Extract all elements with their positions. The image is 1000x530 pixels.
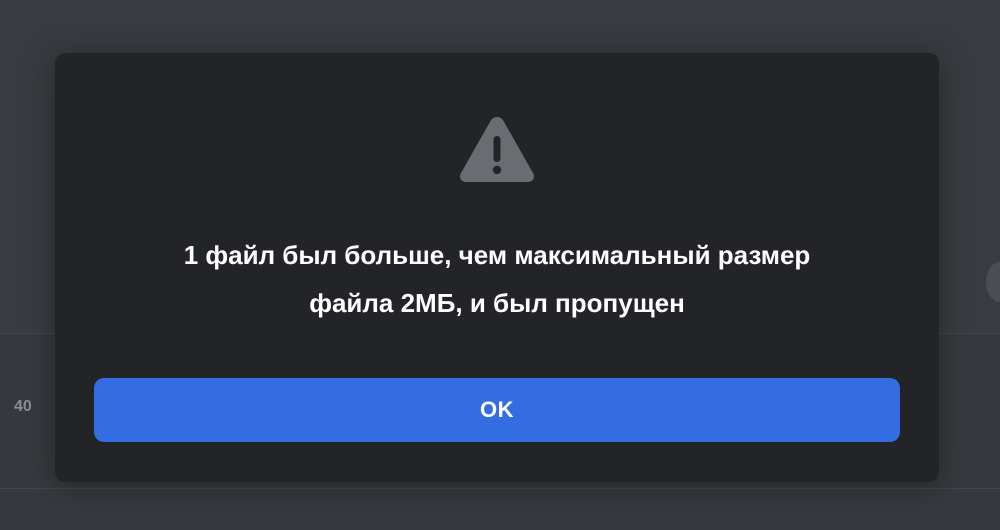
alert-message: 1 файл был больше, чем максимальный разм…	[95, 231, 899, 327]
ok-button[interactable]: OK	[94, 378, 900, 442]
warning-triangle-icon	[460, 117, 534, 182]
background-divider	[0, 488, 1000, 489]
background-row-number: 40	[14, 398, 32, 415]
alert-dialog: 1 файл был больше, чем максимальный разм…	[55, 53, 939, 482]
alert-message-line: 1 файл был больше, чем максимальный разм…	[183, 240, 811, 270]
alert-message-line: файла 2МБ, и был пропущен	[309, 288, 685, 318]
